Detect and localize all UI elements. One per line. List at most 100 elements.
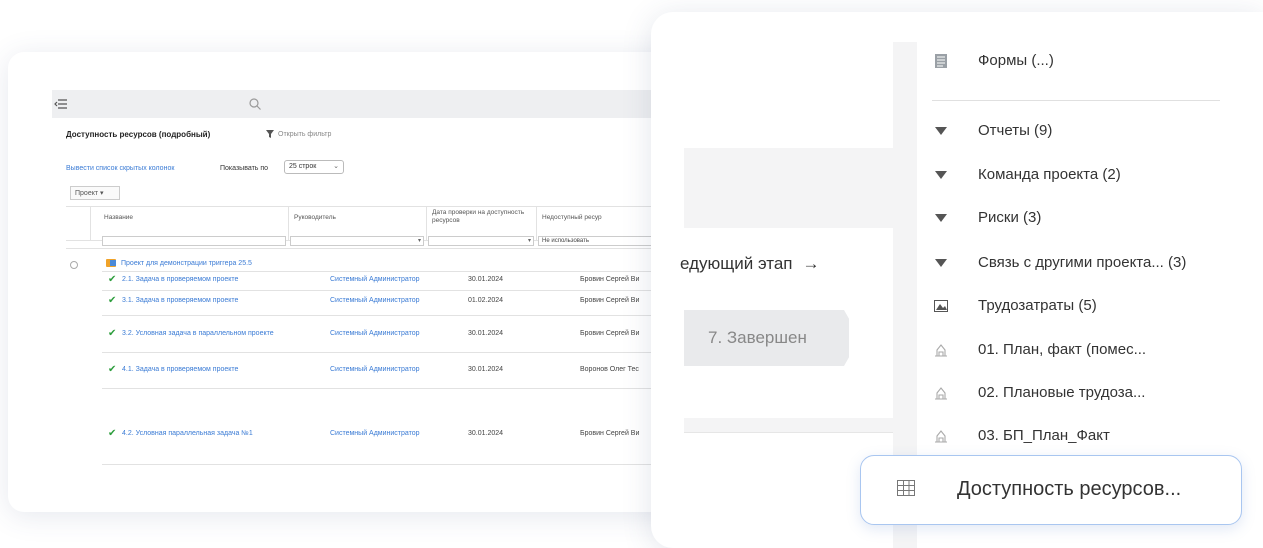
menu-item-report-01[interactable]: 01. План, факт (помес... — [934, 341, 1146, 358]
task-link[interactable]: 3.2. Условная задача в параллельном прое… — [122, 330, 274, 337]
column-header-check-date[interactable]: Дата проверки на доступность ресурсов — [432, 209, 528, 225]
check-date: 30.01.2024 — [468, 330, 504, 337]
image-icon — [934, 299, 948, 313]
divider — [932, 100, 1220, 101]
menu-item-forms[interactable]: Формы (...) — [934, 52, 1054, 69]
menu-item-report-03[interactable]: 03. БП_План_Факт — [934, 427, 1110, 444]
manager-link[interactable]: Системный Администратор — [330, 430, 420, 437]
menu-item-team[interactable]: Команда проекта (2) — [934, 166, 1121, 183]
menu-item-report-02[interactable]: 02. Плановые трудоза... — [934, 384, 1145, 401]
column-header-resource[interactable]: Недоступный ресур — [542, 214, 602, 222]
task-link[interactable]: 2.1. Задача в проверяемом проекте — [122, 276, 238, 283]
menu-item-label: 02. Плановые трудоза... — [978, 384, 1146, 401]
report-title: Доступность ресурсов (подробный) — [66, 130, 211, 139]
chevron-down-icon: ⌄ — [333, 163, 339, 170]
report-table: Название Руководитель Дата проверки на д… — [66, 206, 692, 478]
resource-name: Бровин Сергей Ви — [580, 430, 640, 437]
divider — [288, 206, 289, 240]
stage-completed[interactable]: 7. Завершен — [684, 310, 849, 366]
menu-item-label: Доступность ресурсов... — [957, 478, 1182, 500]
triangle-down-icon — [934, 211, 948, 225]
open-filter-label: Открыть фильтр — [278, 130, 332, 138]
report-app: Доступность ресурсов (подробный) Открыть… — [52, 90, 692, 478]
checkmark-icon: ✔ — [108, 364, 117, 375]
triangle-down-icon — [934, 256, 948, 270]
form-icon — [934, 53, 948, 68]
divider — [102, 315, 692, 316]
checkmark-icon: ✔ — [108, 328, 117, 339]
project-group-label: Проект для демонстрации триггера 25.5 — [121, 259, 252, 267]
app-topbar — [52, 90, 692, 118]
menu-item-reports[interactable]: Отчеты (9) — [934, 122, 1052, 139]
column-header-name[interactable]: Название — [104, 214, 133, 222]
column-header-manager[interactable]: Руководитель — [294, 214, 336, 222]
checkmark-icon: ✔ — [108, 428, 117, 439]
menu-item-label: Формы (...) — [978, 52, 1054, 69]
check-date: 30.01.2024 — [468, 430, 504, 437]
divider — [536, 206, 537, 240]
manager-filter-select[interactable]: ▾ — [290, 236, 424, 246]
next-step-button[interactable]: едующий этап → — [680, 254, 820, 274]
menu-item-label: 03. БП_План_Факт — [978, 427, 1110, 444]
triangle-down-icon — [934, 124, 948, 138]
task-link[interactable]: 3.1. Задача в проверяемом проекте — [122, 297, 238, 304]
divider — [102, 388, 692, 389]
divider — [426, 206, 427, 240]
resource-name: Воронов Олег Тес — [580, 366, 639, 373]
chevron-down-icon: ▾ — [527, 238, 531, 244]
resource-name: Бровин Сергей Ви — [580, 276, 640, 283]
triangle-down-icon — [934, 168, 948, 182]
project-group-row[interactable]: Проект для демонстрации триггера 25.5 — [106, 259, 252, 267]
checkmark-icon: ✔ — [108, 295, 117, 306]
rows-per-page-select[interactable]: 25 строк ⌄ — [284, 160, 344, 174]
check-date: 01.02.2024 — [468, 297, 504, 304]
menu-item-label: Трудозатраты (5) — [978, 297, 1097, 314]
manager-link[interactable]: Системный Администратор — [330, 366, 420, 373]
resource-filter-value: Не использовать — [542, 238, 589, 244]
menu-item-links[interactable]: Связь с другими проекта... (3) — [934, 254, 1186, 271]
check-date: 30.01.2024 — [468, 366, 504, 373]
hidden-columns-link[interactable]: Вывести список скрытых колонок — [66, 165, 174, 172]
task-link[interactable]: 4.1. Задача в проверяемом проекте — [122, 366, 238, 373]
expand-icon[interactable] — [70, 261, 78, 269]
divider — [102, 271, 692, 272]
divider — [90, 206, 91, 240]
task-link[interactable]: 4.2. Условная параллельная задача №1 — [122, 430, 253, 437]
name-filter-input[interactable] — [102, 236, 286, 246]
arrow-right-icon: → — [802, 254, 820, 273]
resource-name: Бровин Сергей Ви — [580, 297, 640, 304]
project-folder-icon — [106, 259, 116, 267]
collapse-menu-icon[interactable] — [54, 98, 68, 110]
divider — [102, 290, 692, 291]
menu-item-label: Связь с другими проекта... (3) — [978, 254, 1187, 271]
divider — [684, 432, 893, 433]
date-filter-select[interactable]: ▾ — [428, 236, 534, 246]
divider — [66, 206, 692, 207]
manager-link[interactable]: Системный Администратор — [330, 276, 420, 283]
check-date: 30.01.2024 — [468, 276, 504, 283]
chevron-down-icon: ▾ — [100, 190, 104, 197]
menu-item-resource-availability[interactable]: Доступность ресурсов... — [860, 455, 1242, 525]
menu-item-risks[interactable]: Риски (3) — [934, 209, 1041, 226]
manager-link[interactable]: Системный Администратор — [330, 297, 420, 304]
report-icon — [934, 343, 948, 357]
search-icon[interactable] — [248, 97, 262, 111]
chevron-down-icon: ▾ — [417, 238, 421, 244]
open-filter-button[interactable]: Открыть фильтр — [266, 130, 331, 138]
menu-item-label: Риски (3) — [978, 209, 1042, 226]
rows-per-page-label: Показывать по — [220, 165, 269, 172]
panel-separator — [684, 418, 894, 432]
report-icon — [934, 429, 948, 443]
table-icon — [897, 480, 915, 496]
divider — [102, 352, 692, 353]
report-icon — [934, 386, 948, 400]
checkmark-icon: ✔ — [108, 274, 117, 285]
menu-item-labor[interactable]: Трудозатраты (5) — [934, 297, 1097, 314]
resource-name: Бровин Сергей Ви — [580, 330, 640, 337]
menu-item-label: Команда проекта (2) — [978, 166, 1121, 183]
divider — [66, 248, 692, 249]
menu-item-label: Отчеты (9) — [978, 122, 1053, 139]
divider — [102, 464, 692, 465]
group-by-project-button[interactable]: Проект ▾ — [70, 186, 120, 200]
manager-link[interactable]: Системный Администратор — [330, 330, 420, 337]
